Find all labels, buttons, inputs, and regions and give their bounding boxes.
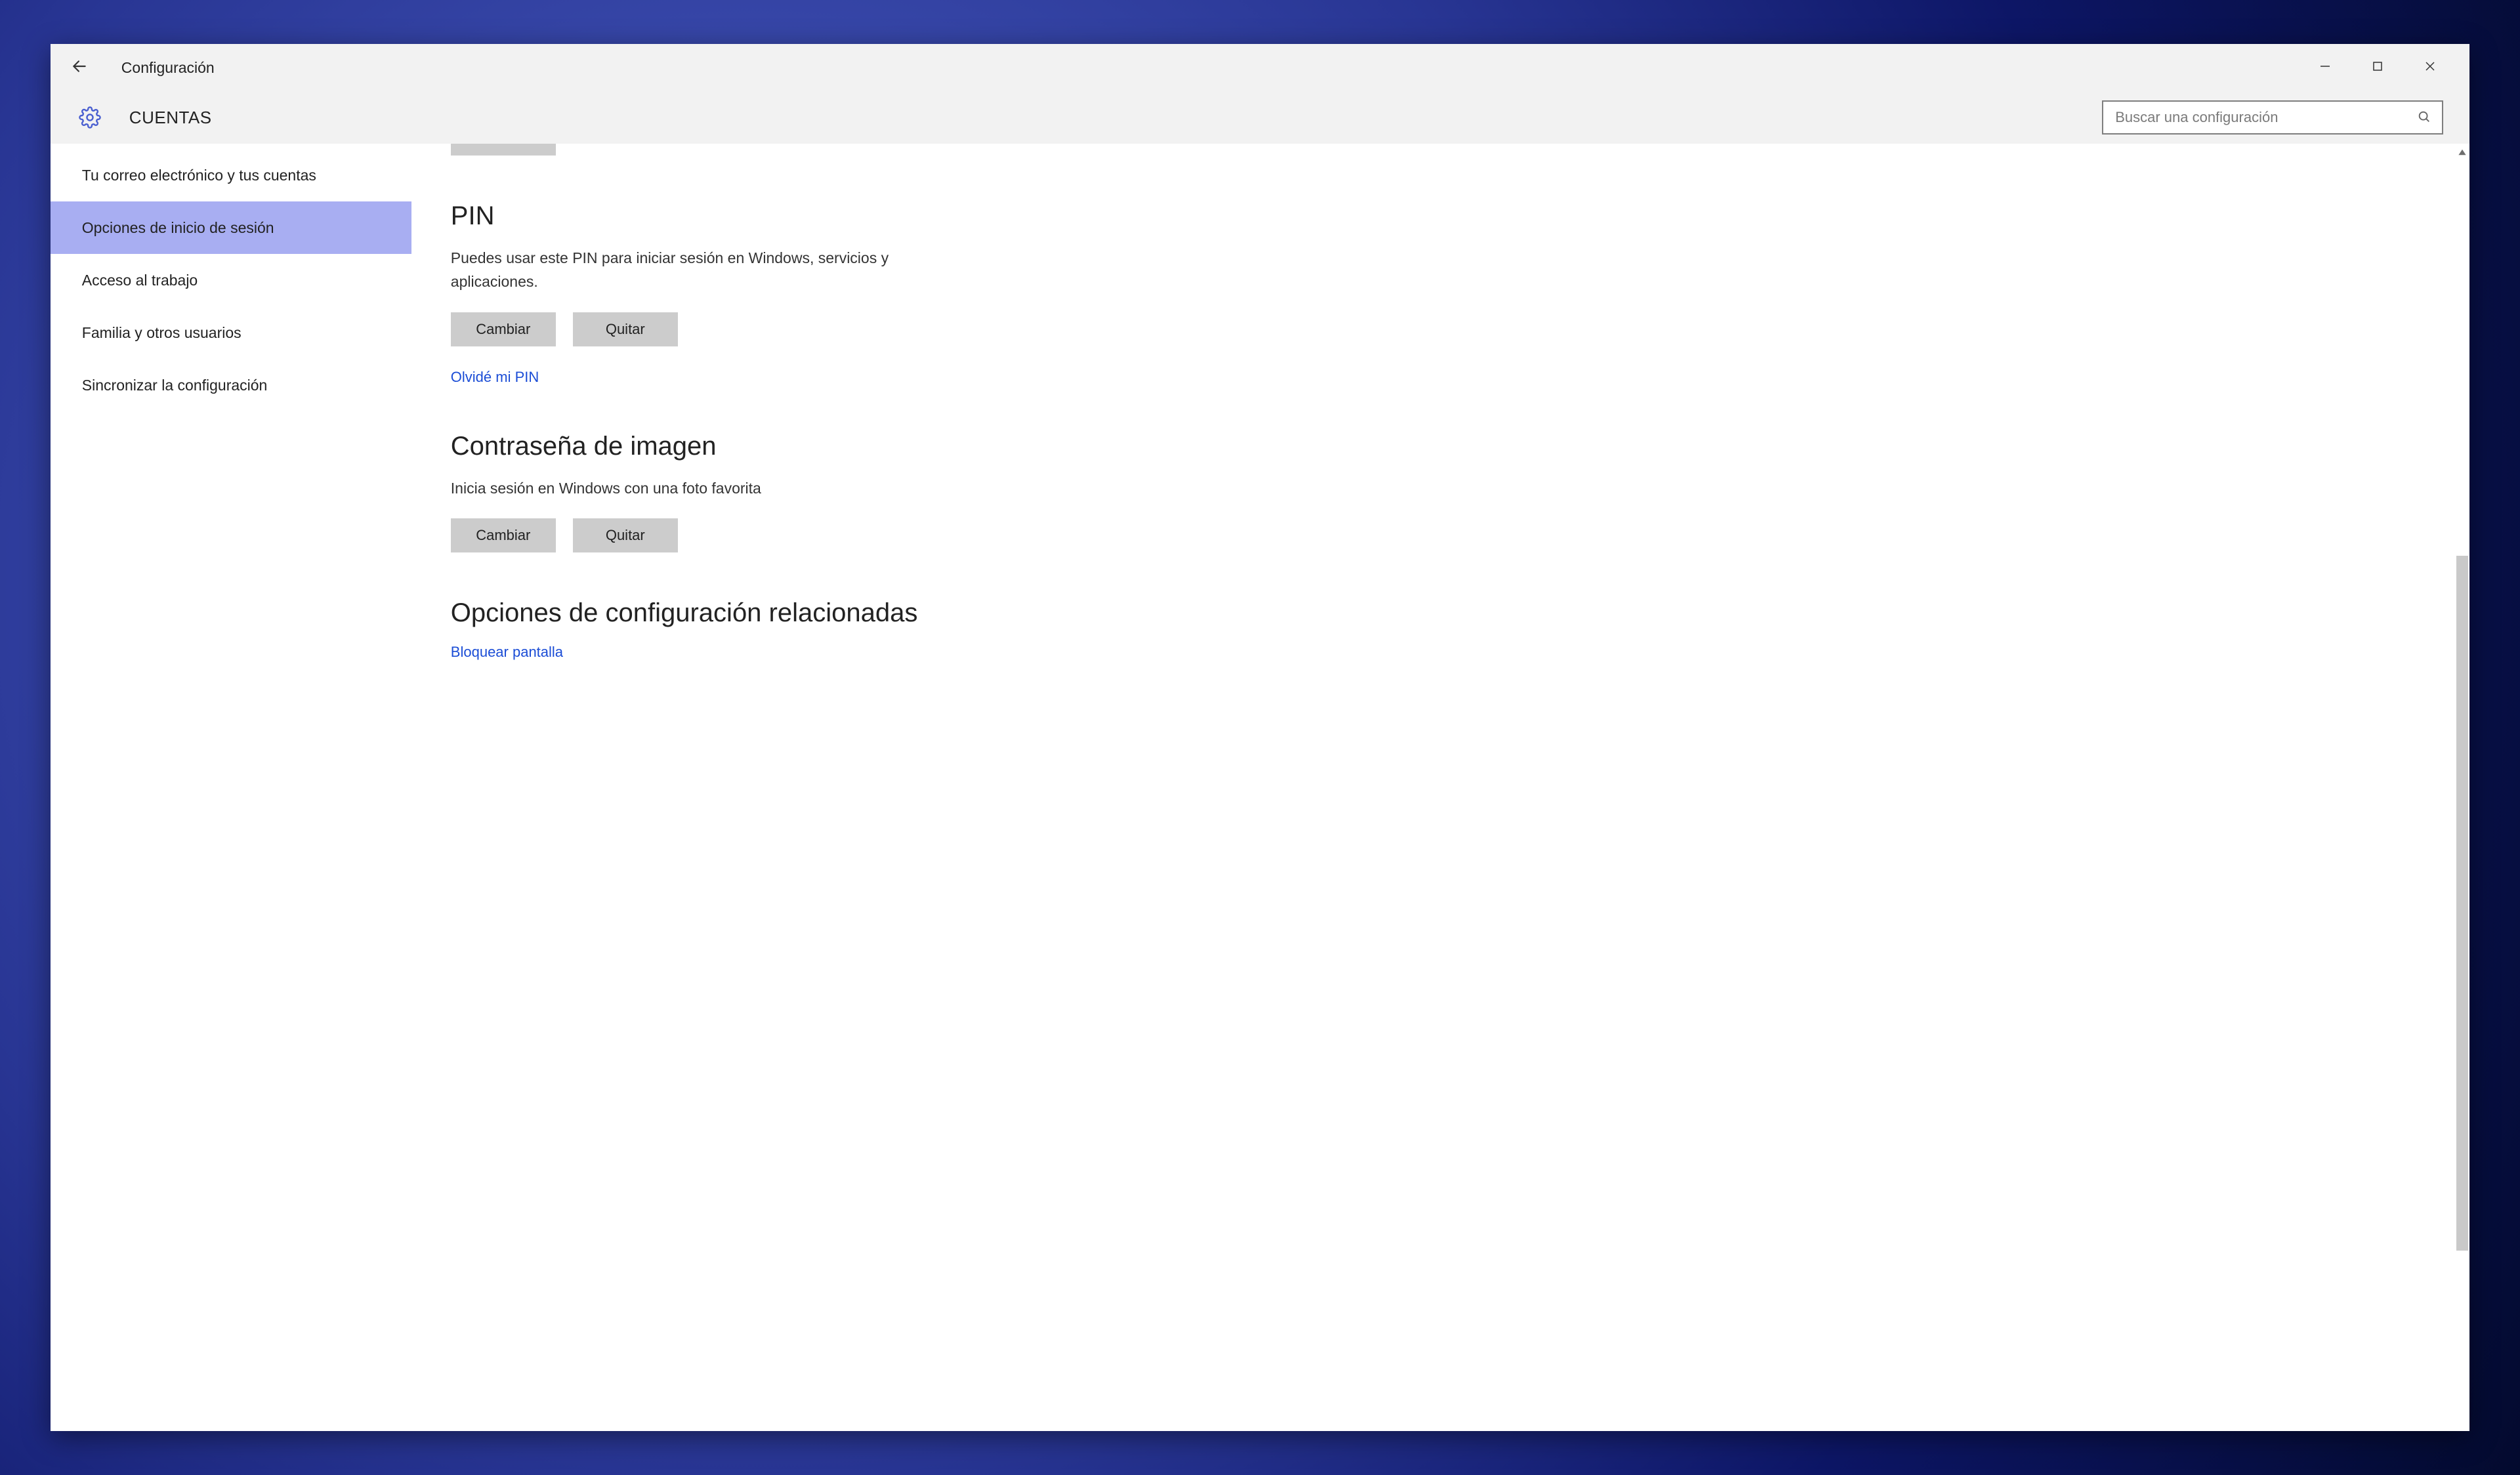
pin-remove-button[interactable]: Quitar bbox=[573, 312, 678, 346]
settings-window: Configuración CUENTAS bbox=[51, 44, 2469, 1430]
scroll-up-icon[interactable] bbox=[2456, 146, 2468, 158]
search-icon bbox=[2417, 110, 2433, 125]
forgot-pin-link[interactable]: Olvidé mi PIN bbox=[451, 369, 539, 386]
section-title: CUENTAS bbox=[129, 108, 2102, 128]
content-pane: Cambiar PIN Puedes usar este PIN para in… bbox=[411, 144, 2469, 1430]
search-input[interactable] bbox=[2115, 109, 2417, 126]
close-icon bbox=[2424, 60, 2436, 75]
sidebar-item-work-access[interactable]: Acceso al trabajo bbox=[51, 254, 411, 306]
sidebar-item-label: Tu correo electrónico y tus cuentas bbox=[82, 167, 316, 184]
sidebar-item-label: Familia y otros usuarios bbox=[82, 324, 242, 342]
search-box[interactable] bbox=[2102, 100, 2443, 135]
related-heading: Opciones de configuración relacionadas bbox=[451, 598, 2430, 628]
header-row: CUENTAS bbox=[51, 91, 2469, 144]
maximize-icon bbox=[2372, 60, 2384, 75]
password-change-button[interactable]: Cambiar bbox=[451, 144, 556, 156]
sidebar-item-email-accounts[interactable]: Tu correo electrónico y tus cuentas bbox=[51, 149, 411, 201]
titlebar: Configuración bbox=[51, 44, 2469, 91]
maximize-button[interactable] bbox=[2351, 52, 2404, 83]
minimize-icon bbox=[2319, 60, 2331, 75]
pin-description: Puedes usar este PIN para iniciar sesión… bbox=[451, 247, 950, 293]
close-button[interactable] bbox=[2404, 52, 2456, 83]
section-pin: PIN Puedes usar este PIN para iniciar se… bbox=[451, 201, 2430, 385]
picture-password-heading: Contraseña de imagen bbox=[451, 432, 2430, 461]
sidebar: Tu correo electrónico y tus cuentas Opci… bbox=[51, 144, 411, 1430]
picture-password-change-button[interactable]: Cambiar bbox=[451, 518, 556, 552]
settings-gear-icon bbox=[77, 104, 103, 131]
sidebar-item-label: Sincronizar la configuración bbox=[82, 377, 268, 394]
sidebar-item-label: Acceso al trabajo bbox=[82, 272, 198, 289]
picture-password-description: Inicia sesión en Windows con una foto fa… bbox=[451, 477, 950, 501]
settings-body: Tu correo electrónico y tus cuentas Opci… bbox=[51, 144, 2469, 1430]
picture-password-button-row: Cambiar Quitar bbox=[451, 518, 2430, 552]
back-button[interactable] bbox=[64, 52, 95, 83]
sidebar-item-label: Opciones de inicio de sesión bbox=[82, 219, 274, 237]
sidebar-item-family-users[interactable]: Familia y otros usuarios bbox=[51, 306, 411, 359]
minimize-button[interactable] bbox=[2299, 52, 2351, 83]
picture-password-remove-button[interactable]: Quitar bbox=[573, 518, 678, 552]
section-picture-password: Contraseña de imagen Inicia sesión en Wi… bbox=[451, 432, 2430, 553]
sidebar-item-sync-settings[interactable]: Sincronizar la configuración bbox=[51, 359, 411, 411]
pin-change-button[interactable]: Cambiar bbox=[451, 312, 556, 346]
lock-screen-link[interactable]: Bloquear pantalla bbox=[451, 644, 563, 661]
window-title: Configuración bbox=[121, 59, 2299, 77]
pin-button-row: Cambiar Quitar bbox=[451, 312, 2430, 346]
scroll-thumb[interactable] bbox=[2456, 556, 2468, 1251]
section-related-options: Opciones de configuración relacionadas B… bbox=[451, 598, 2430, 661]
arrow-left-icon bbox=[71, 58, 88, 78]
pin-heading: PIN bbox=[451, 201, 2430, 231]
partial-top-row: Cambiar bbox=[451, 144, 2430, 156]
scrollbar[interactable] bbox=[2452, 144, 2469, 1430]
window-controls bbox=[2299, 52, 2456, 83]
sidebar-item-signin-options[interactable]: Opciones de inicio de sesión bbox=[51, 201, 411, 254]
